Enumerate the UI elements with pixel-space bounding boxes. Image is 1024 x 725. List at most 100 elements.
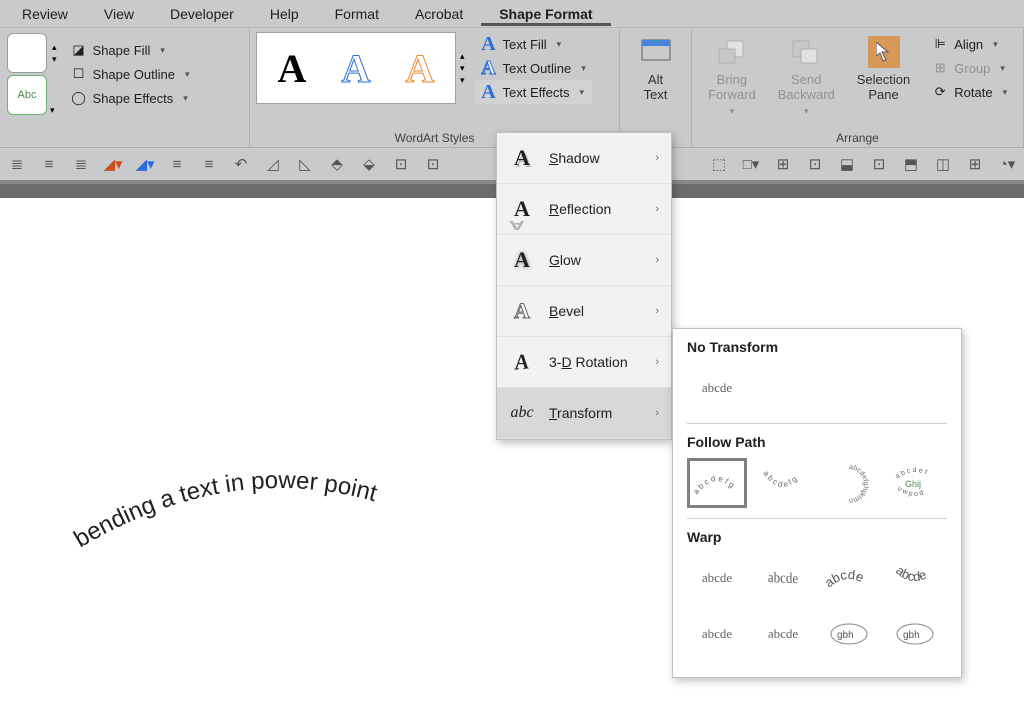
t2-icon[interactable]: ⊡ xyxy=(422,153,444,175)
no-transform-thumb[interactable]: abcde xyxy=(687,363,747,413)
warp-thumb-7[interactable]: gbh xyxy=(819,609,879,659)
wa-expand-icon[interactable]: ▾ xyxy=(460,75,465,86)
wordart-thumb-1[interactable]: A xyxy=(263,39,321,97)
warp-thumb-5[interactable]: abcde xyxy=(685,611,749,660)
alt-text-icon xyxy=(640,36,672,68)
wa-chevron-down-icon[interactable]: ▾ xyxy=(460,63,465,74)
t2-icon[interactable]: ≡ xyxy=(38,153,60,175)
menu-format[interactable]: Format xyxy=(317,2,397,26)
menu-review[interactable]: Review xyxy=(4,2,86,26)
curved-wordart-text[interactable]: bending a text in power point xyxy=(60,438,500,583)
te-glow-item[interactable]: A Glow› xyxy=(497,235,671,286)
te-3drotation-item[interactable]: A 3-D Rotation› xyxy=(497,337,671,388)
t2-icon[interactable]: ≡ xyxy=(166,153,188,175)
t2-icon[interactable]: ≣ xyxy=(70,153,92,175)
shape-thumb-1[interactable] xyxy=(7,33,47,73)
chevron-up-icon[interactable]: ▴ xyxy=(52,42,57,53)
text-fill-button[interactable]: AText Fill xyxy=(475,32,592,56)
t2-icon[interactable]: ⊡ xyxy=(868,153,890,175)
shape-fill-button[interactable]: ◪Shape Fill xyxy=(65,38,196,62)
align-icon: ⊫ xyxy=(932,36,948,52)
text-fill-icon: A xyxy=(481,36,497,52)
menu-acrobat[interactable]: Acrobat xyxy=(397,2,481,26)
warp-thumb-3[interactable]: abcde xyxy=(819,553,879,603)
menu-view[interactable]: View xyxy=(86,2,152,26)
warp-thumb-6[interactable]: abcde xyxy=(751,608,815,657)
chevron-down-icon[interactable]: ▾ xyxy=(52,54,57,65)
t2-icon[interactable]: ⬚ xyxy=(708,153,730,175)
t2-icon[interactable]: ⬒ xyxy=(900,153,922,175)
t2-icon[interactable]: ⬓ xyxy=(836,153,858,175)
follow-path-circle[interactable]: abcdefghijklmn xyxy=(819,458,879,508)
t2-icon[interactable]: ⊡ xyxy=(804,153,826,175)
t2-icon[interactable]: ⊞ xyxy=(964,153,986,175)
shapes-group-label xyxy=(6,143,243,145)
follow-path-arch-down[interactable]: a b c d e f g xyxy=(753,458,813,508)
selection-pane-button[interactable]: Selection Pane xyxy=(847,32,920,106)
send-backward-button[interactable]: Send Backward▾ xyxy=(768,32,845,121)
svg-text:bending a text in power point: bending a text in power point xyxy=(69,467,380,553)
align-button[interactable]: ⊫Align xyxy=(926,32,1013,56)
t2-icon[interactable]: □▾ xyxy=(740,153,762,175)
expand-icon[interactable]: ▾ xyxy=(50,105,55,116)
menu-help[interactable]: Help xyxy=(252,2,317,26)
t2-icon[interactable]: ⊞ xyxy=(772,153,794,175)
t2-icon[interactable]: ≣ xyxy=(6,153,28,175)
t2-icon[interactable]: ◔▾ xyxy=(996,153,1018,175)
follow-path-arch-up[interactable]: a b c d e f g xyxy=(687,458,747,508)
svg-text:abcde: abcde xyxy=(823,567,866,590)
rotate-icon: ⟳ xyxy=(932,84,948,100)
transform-flyout: No Transform abcde Follow Path a b c d e… xyxy=(672,328,962,678)
bring-forward-button[interactable]: Bring Forward▾ xyxy=(698,32,766,121)
outline-icon: ☐ xyxy=(71,66,87,82)
shape-thumb-preview[interactable]: Abc xyxy=(7,75,47,115)
glow-effect-icon: A xyxy=(509,247,535,273)
t2-icon[interactable]: ◢▾ xyxy=(102,153,124,175)
rotation-effect-icon: A xyxy=(508,347,532,377)
text-effects-button[interactable]: AText Effects xyxy=(475,80,592,104)
transform-effect-icon: abc xyxy=(509,400,535,426)
paint-bucket-icon: ◪ xyxy=(71,42,87,58)
t2-icon[interactable]: ◢▾ xyxy=(134,153,156,175)
t2-icon[interactable]: ◺ xyxy=(294,153,316,175)
t2-icon[interactable]: ≡ xyxy=(198,153,220,175)
t2-icon[interactable]: ↶ xyxy=(230,153,252,175)
follow-path-header: Follow Path xyxy=(673,424,961,454)
wordart-thumb-2[interactable]: A xyxy=(327,39,385,97)
wordart-thumb-3[interactable]: A xyxy=(391,39,449,97)
text-effects-dropdown: A Shadow› AA Reflection› A Glow› A Bevel… xyxy=(496,132,672,440)
te-shadow-item[interactable]: A Shadow› xyxy=(497,133,671,184)
wordart-group: A A A ▴ ▾ ▾ AText Fill AText Outline ATe… xyxy=(250,28,620,147)
effects-icon: ◯ xyxy=(71,90,87,106)
warp-header: Warp xyxy=(673,519,961,549)
wa-chevron-up-icon[interactable]: ▴ xyxy=(460,51,465,62)
svg-text:Ghij: Ghij xyxy=(905,479,921,489)
t2-icon[interactable]: ◿ xyxy=(262,153,284,175)
menu-developer[interactable]: Developer xyxy=(152,2,252,26)
follow-path-button[interactable]: a b c d e fGhiju w p o d xyxy=(885,458,945,508)
warp-thumb-1[interactable]: abcde xyxy=(687,553,747,603)
reflection-effect-icon: AA xyxy=(509,196,535,222)
t2-icon[interactable]: ◫ xyxy=(932,153,954,175)
t2-icon[interactable]: ⬘ xyxy=(326,153,348,175)
warp-thumb-4[interactable]: abcde xyxy=(885,553,945,603)
te-reflection-item[interactable]: AA Reflection› xyxy=(497,184,671,235)
t2-icon[interactable]: ⊡ xyxy=(390,153,412,175)
shape-effects-button[interactable]: ◯Shape Effects xyxy=(65,86,196,110)
group-button[interactable]: ⊞Group xyxy=(926,56,1013,80)
svg-text:abcdefghijklmn: abcdefghijklmn xyxy=(849,464,869,503)
te-transform-item[interactable]: abc Transform› xyxy=(497,388,671,439)
text-outline-button[interactable]: AText Outline xyxy=(475,56,592,80)
warp-thumb-2[interactable]: abcde xyxy=(753,548,813,608)
alt-text-button[interactable]: Alt Text xyxy=(626,32,685,106)
selection-pane-icon xyxy=(868,36,900,68)
shape-outline-button[interactable]: ☐Shape Outline xyxy=(65,62,196,86)
wordart-gallery[interactable]: A A A xyxy=(256,32,456,104)
menu-shape-format[interactable]: Shape Format xyxy=(481,2,610,26)
te-bevel-item[interactable]: A Bevel› xyxy=(497,286,671,337)
t2-icon[interactable]: ⬙ xyxy=(358,153,380,175)
rotate-button[interactable]: ⟳Rotate xyxy=(926,80,1013,104)
bevel-effect-icon: A xyxy=(509,298,535,324)
bring-forward-icon xyxy=(716,36,748,68)
warp-thumb-8[interactable]: gbh xyxy=(885,609,945,659)
